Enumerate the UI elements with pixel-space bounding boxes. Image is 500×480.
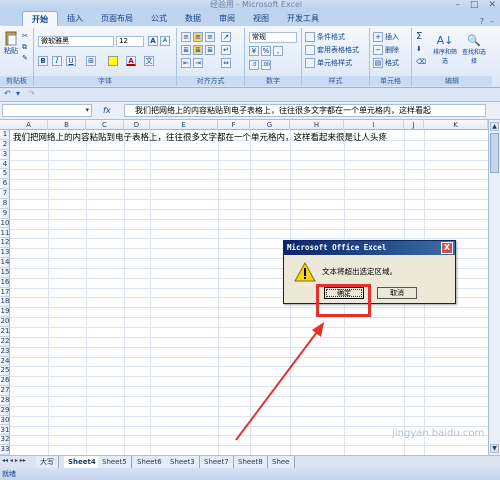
annotation-arrow (235, 322, 324, 441)
